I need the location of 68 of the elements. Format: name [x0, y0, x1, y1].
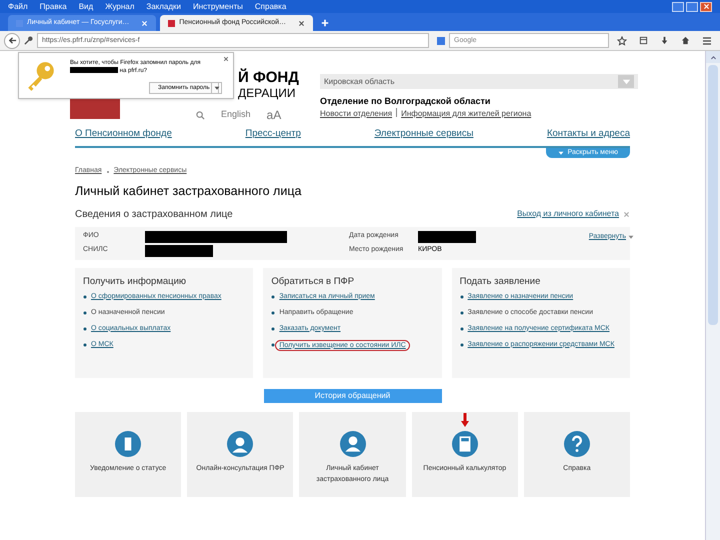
menu-item[interactable]: Справка [254, 2, 286, 10]
bullet-icon [83, 294, 87, 299]
question-icon [564, 430, 590, 456]
panel-title: Обратиться в ПФР [271, 274, 356, 288]
new-tab-icon[interactable] [321, 19, 330, 27]
nav-link[interactable]: Контакты и адреса [546, 127, 630, 142]
bullet-icon [271, 342, 276, 347]
language-link[interactable]: English [221, 108, 251, 122]
close-button[interactable] [700, 2, 712, 12]
bullet-icon [271, 294, 276, 299]
download-icon[interactable] [660, 36, 669, 45]
close-icon [702, 3, 710, 10]
close-icon[interactable] [223, 56, 229, 62]
back-arrow-icon [8, 36, 16, 45]
menu-item[interactable]: Файл [8, 2, 28, 10]
menu-item[interactable]: Инструменты [193, 2, 243, 10]
bullet-icon [83, 310, 87, 315]
caret-icon [558, 150, 564, 156]
search-icon[interactable] [196, 110, 205, 120]
menu-item[interactable]: Правка [40, 2, 67, 10]
panel-title: Получить информацию [83, 274, 188, 288]
region-select[interactable]: Кировская область [320, 74, 638, 89]
office-name: Отделение по Волгоградской области [320, 95, 490, 108]
key-icon[interactable] [24, 36, 33, 45]
scrollbar[interactable] [705, 51, 720, 540]
menu-item[interactable]: Вид [78, 2, 94, 10]
menu-item[interactable]: Журнал [105, 2, 134, 10]
calculator-icon [452, 430, 478, 456]
maximize-button[interactable] [686, 2, 698, 12]
section-title: Сведения о застрахованном лице [75, 208, 233, 222]
logout-link[interactable]: Выход из личного кабинета [517, 208, 619, 220]
scroll-up-icon[interactable] [710, 54, 716, 60]
info-link[interactable]: Информация для жителей региона [401, 108, 532, 120]
dropdown-button[interactable] [211, 82, 222, 94]
nav-link[interactable]: Пресс-центр [245, 127, 301, 142]
bullet-icon [83, 326, 87, 331]
search-engine-icon[interactable] [437, 36, 445, 44]
bullet-icon [460, 342, 464, 347]
dropdown-icon [622, 77, 630, 86]
menu-item[interactable]: Закладки [146, 2, 182, 10]
close-tab-icon[interactable] [298, 20, 306, 26]
arrow-icon [460, 412, 469, 426]
nav-link[interactable]: Электронные сервисы [374, 127, 474, 142]
nav-link[interactable]: О Пенсионном фонде [75, 127, 172, 142]
page-title: Личный кабинет застрахованного лица [75, 182, 302, 200]
news-link[interactable]: Новости отделения [320, 108, 392, 120]
bullet-icon [460, 294, 464, 299]
bullet-icon [271, 310, 276, 315]
minimize-button[interactable] [672, 2, 684, 12]
home-icon[interactable] [681, 36, 690, 45]
back-button[interactable] [4, 32, 20, 48]
logo-title: Й ФОНД [238, 69, 299, 86]
bullet-icon [271, 326, 276, 331]
font-size-control[interactable]: аА [266, 106, 282, 124]
person-icon [340, 430, 366, 456]
bullet-icon [83, 342, 87, 347]
caret-icon [214, 85, 220, 91]
star-icon[interactable] [617, 36, 627, 46]
panel-title: Подать заявление [460, 274, 542, 288]
menu-icon[interactable] [702, 36, 712, 46]
bullet-icon [460, 310, 464, 315]
reading-list-icon[interactable] [639, 36, 648, 45]
site-icon [168, 20, 176, 26]
key-icon [25, 60, 57, 92]
door-icon [115, 430, 142, 456]
bullet-icon [460, 326, 464, 331]
caret-icon [628, 234, 634, 240]
logo-subtitle: ДЕРАЦИИ [238, 86, 296, 101]
